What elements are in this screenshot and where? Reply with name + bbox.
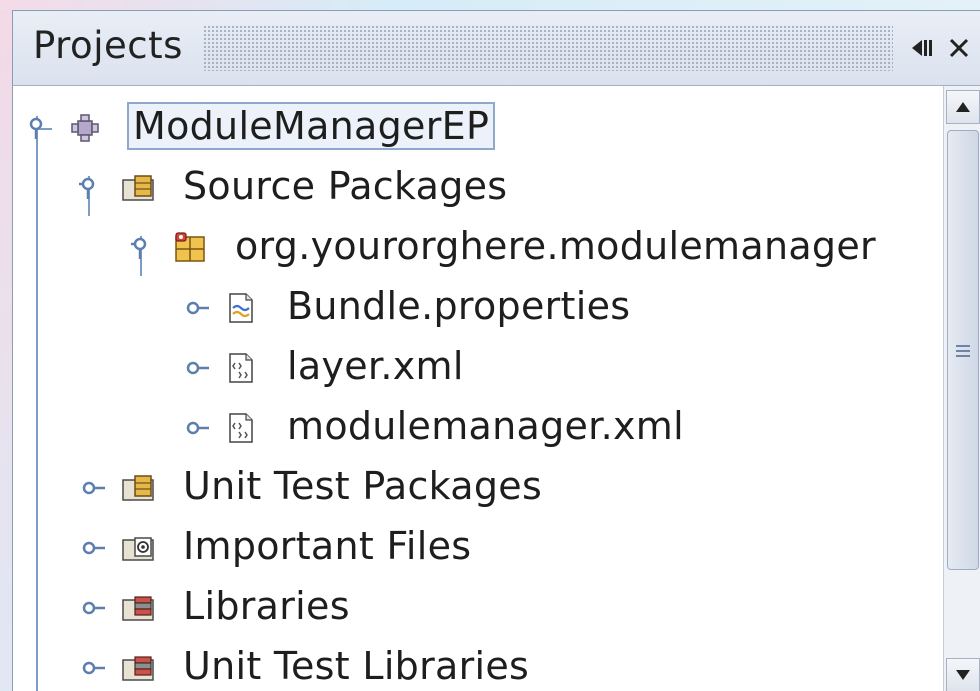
node-label: Bundle.properties	[287, 284, 631, 328]
properties-file-icon	[227, 292, 257, 323]
tree-node-modulemanager-xml[interactable]: modulemanager.xml	[13, 400, 943, 456]
tree-node-java-package[interactable]: org.yourorghere.modulemanager	[13, 220, 943, 276]
scroll-up-button[interactable]	[946, 90, 980, 124]
package-folder-icon	[121, 474, 154, 504]
libraries-folder-icon	[121, 654, 154, 684]
node-label: Libraries	[183, 584, 350, 628]
expand-toggle[interactable]	[79, 175, 105, 201]
collapsed-toggle-icon	[82, 541, 105, 555]
collapse-toggle[interactable]	[81, 595, 107, 621]
desktop-background	[0, 0, 980, 10]
collapse-toggle[interactable]	[81, 655, 107, 681]
tree-node-unit-test-libraries[interactable]: Unit Test Libraries	[13, 640, 943, 691]
panel-title: Projects	[33, 24, 183, 67]
collapsed-toggle-icon	[82, 601, 105, 615]
project-tree[interactable]: ModuleManagerEP Source Packages org.your…	[13, 86, 943, 691]
expand-toggle[interactable]	[131, 235, 157, 261]
node-label: org.yourorghere.modulemanager	[235, 224, 876, 268]
xml-file-icon	[227, 352, 257, 383]
projects-panel: Projects ModuleManagerEP Source Packages…	[12, 10, 980, 691]
down-arrow-icon	[956, 670, 970, 680]
vertical-scrollbar[interactable]	[943, 86, 980, 691]
java-package-icon	[173, 231, 205, 262]
drag-grip[interactable]	[203, 25, 893, 71]
collapsed-toggle-icon	[82, 481, 105, 495]
expand-toggle[interactable]	[27, 115, 53, 141]
collapse-toggle[interactable]	[185, 415, 211, 441]
tree-node-important-files[interactable]: Important Files	[13, 520, 943, 576]
node-label: modulemanager.xml	[287, 404, 684, 448]
module-icon	[69, 113, 99, 143]
panel-titlebar[interactable]: Projects	[13, 11, 980, 86]
libraries-folder-icon	[121, 594, 154, 624]
tree-node-modulemanagerep[interactable]: ModuleManagerEP	[13, 100, 943, 156]
tree-node-source-packages[interactable]: Source Packages	[13, 160, 943, 216]
expanded-toggle-icon	[29, 117, 43, 139]
important-files-folder-icon	[121, 534, 154, 564]
tree-node-bundle-properties[interactable]: Bundle.properties	[13, 280, 943, 336]
node-label: Important Files	[183, 524, 472, 568]
up-arrow-icon	[956, 102, 970, 112]
xml-file-icon	[227, 412, 257, 443]
node-label: ModuleManagerEP	[126, 102, 496, 150]
minimize-window-button[interactable]	[909, 33, 937, 63]
expanded-toggle-icon	[131, 237, 147, 259]
collapsed-toggle-icon	[82, 661, 105, 675]
scroll-down-button[interactable]	[946, 658, 980, 691]
scroll-thumb[interactable]	[947, 130, 979, 570]
package-folder-icon	[121, 174, 154, 204]
collapse-toggle[interactable]	[185, 295, 211, 321]
tree-node-unit-test-packages[interactable]: Unit Test Packages	[13, 460, 943, 516]
collapse-toggle[interactable]	[81, 535, 107, 561]
collapsed-toggle-icon	[186, 361, 209, 375]
node-label: Unit Test Packages	[183, 464, 543, 508]
node-label: Source Packages	[183, 164, 508, 208]
expanded-toggle-icon	[79, 177, 95, 199]
tree-node-layer-xml[interactable]: layer.xml	[13, 340, 943, 396]
collapse-toggle[interactable]	[81, 475, 107, 501]
close-icon	[949, 38, 969, 58]
tree-node-libraries[interactable]: Libraries	[13, 580, 943, 636]
node-label: layer.xml	[287, 344, 464, 388]
minimize-window-icon	[912, 40, 932, 56]
collapsed-toggle-icon	[186, 301, 209, 315]
node-label: Unit Test Libraries	[183, 644, 530, 688]
grip-icon	[956, 345, 970, 357]
collapsed-toggle-icon	[186, 421, 209, 435]
collapse-toggle[interactable]	[185, 355, 211, 381]
close-panel-button[interactable]	[945, 33, 973, 63]
